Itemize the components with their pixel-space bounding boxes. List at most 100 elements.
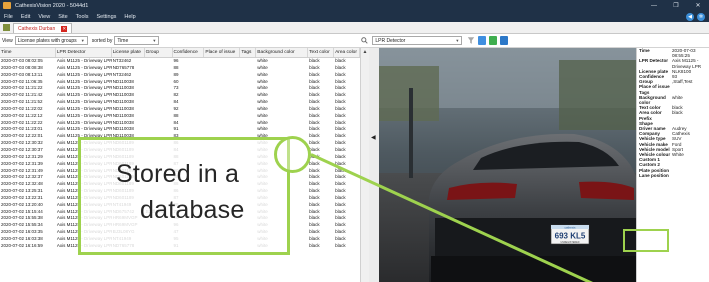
detector-select-value: LPR Detector	[375, 37, 406, 44]
table-cell: black	[335, 235, 346, 241]
table-cell	[204, 106, 240, 113]
table-cell: 2020-07-02 12:31:49	[1, 167, 43, 173]
table-cell: 88	[173, 64, 179, 70]
table-cell: Axis M1125 - Driveway LPR	[56, 85, 112, 91]
table-cell: black	[309, 188, 320, 194]
table-cell	[204, 126, 240, 133]
menu-settings[interactable]: Settings	[93, 14, 121, 20]
sort-select-value: Time	[117, 37, 129, 44]
column-header[interactable]: Tags	[240, 48, 257, 57]
layout-icon[interactable]	[500, 36, 509, 45]
toolbar-icons	[467, 36, 509, 45]
table-cell: Axis M1125 - Driveway LPR	[56, 64, 112, 70]
table-cell: black	[309, 112, 320, 118]
table-cell	[240, 99, 256, 106]
table-cell: 2020-07-02 11:06:35	[1, 78, 43, 84]
back-icon[interactable]: ◀	[686, 12, 694, 21]
table-row[interactable]: 2020-07-02 11:06:35 Axis M1125 - Driveway…	[0, 79, 360, 86]
menu-tools[interactable]: Tools	[72, 14, 93, 20]
search-icon[interactable]	[360, 36, 369, 45]
column-header[interactable]: LPR Detector	[56, 48, 112, 57]
column-header[interactable]: Confidence	[173, 48, 205, 57]
detail-row: LPR Detector Axis M1125 - Driveway LPR	[637, 58, 709, 68]
column-header[interactable]: Background color	[256, 48, 309, 57]
tab-cathexis-durban[interactable]: Cathexis Durban ✕	[13, 23, 73, 33]
menu-file[interactable]: File	[0, 14, 17, 20]
detector-select[interactable]: LPR Detector ▼	[372, 36, 463, 45]
table-cell: black	[335, 229, 346, 235]
table-cell: 2020-07-03 08:08:38	[1, 64, 43, 70]
close-button[interactable]: ✕	[687, 0, 709, 11]
table-cell: black	[309, 119, 320, 125]
table-row[interactable]: 2020-07-02 11:22:22 Axis M1125 - Driveway…	[0, 120, 360, 127]
table-cell: 2020-07-02 11:22:12	[1, 112, 43, 118]
column-header[interactable]: Text color	[308, 48, 335, 57]
export-icon[interactable]	[489, 36, 498, 45]
scroll-up-icon[interactable]: ▲	[361, 48, 369, 56]
table-row[interactable]: 2020-07-02 11:23:01 Axis M1125 - Driveway…	[0, 126, 360, 133]
minimize-button[interactable]: —	[643, 0, 665, 11]
table-cell: 2020-07-02 15:55:38	[1, 215, 43, 221]
table-cell: black	[335, 181, 346, 187]
table-row[interactable]: 2020-07-02 11:21:52 Axis M1125 - Driveway…	[0, 99, 360, 106]
table-row[interactable]: 2020-07-03 08:02:05 Axis M1125 - Driveway…	[0, 58, 360, 65]
table-cell: black	[335, 133, 346, 139]
table-cell	[145, 65, 173, 72]
table-cell: black	[335, 119, 346, 125]
table-scrollbar[interactable]: ▲	[360, 48, 369, 282]
menu-help[interactable]: Help	[120, 14, 139, 20]
table-cell: white	[257, 64, 268, 70]
site-grid-icon[interactable]	[3, 24, 10, 31]
menu-view[interactable]: View	[34, 14, 54, 20]
table-row[interactable]: 2020-07-02 11:21:42 Axis M1125 - Driveway…	[0, 92, 360, 99]
prev-image-strip[interactable]: ◀	[369, 48, 379, 282]
table-cell: Axis M1125 - Driveway LPR	[56, 71, 112, 77]
table-cell: 2020-07-02 12:31:29	[1, 153, 43, 159]
tab-close-icon[interactable]: ✕	[61, 25, 68, 32]
table-cell	[204, 99, 240, 106]
table-cell: Axis M1125 - Driveway LPR	[56, 99, 112, 105]
table-cell: black	[335, 126, 346, 132]
table-cell: black	[309, 194, 320, 200]
column-header[interactable]: License plate	[112, 48, 145, 57]
column-header[interactable]: Place of issue	[204, 48, 241, 57]
table-cell	[145, 92, 173, 99]
table-cell: Axis M1125 - Driveway LPR	[56, 78, 112, 84]
table-row[interactable]: 2020-07-03 08:13:11 Axis M1125 - Driveway…	[0, 72, 360, 79]
table-cell: black	[335, 153, 346, 159]
gear-icon[interactable]: ✲	[697, 12, 705, 21]
view-select[interactable]: License plates with groups ▼	[14, 36, 88, 45]
maximize-button[interactable]: ❐	[665, 0, 687, 11]
table-cell: black	[335, 85, 346, 91]
table-cell	[240, 72, 256, 79]
column-header[interactable]: Area color	[334, 48, 360, 57]
table-cell	[204, 113, 240, 120]
table-cell: 2020-07-03 08:02:05	[1, 58, 43, 63]
menu-site[interactable]: Site	[54, 14, 71, 20]
table-cell: 2020-07-03 08:13:11	[1, 71, 43, 77]
table-cell: white	[257, 112, 268, 118]
sort-select[interactable]: Time ▼	[114, 36, 160, 45]
table-cell: white	[257, 126, 268, 132]
prev-arrow-icon[interactable]: ◀	[371, 134, 376, 141]
filter-icon[interactable]	[467, 36, 475, 45]
column-header[interactable]: Group	[145, 48, 173, 57]
column-header[interactable]: Time	[0, 48, 56, 57]
vehicle-photo: cathexis 693 KL5 UNREGISTERED	[369, 48, 636, 282]
table-cell: black	[335, 146, 346, 152]
table-row[interactable]: 2020-07-02 11:21:22 Axis M1125 - Driveway…	[0, 85, 360, 92]
table-cell: black	[309, 229, 320, 235]
table-cell: 91	[173, 126, 179, 132]
save-icon[interactable]	[478, 36, 487, 45]
menu-edit[interactable]: Edit	[17, 14, 34, 20]
table-row[interactable]: 2020-07-03 08:08:38 Axis M1125 - Driveway…	[0, 65, 360, 72]
chevron-down-icon: ▼	[80, 38, 85, 43]
table-row[interactable]: 2020-07-02 11:22:02 Axis M1125 - Driveway…	[0, 106, 360, 113]
table-row[interactable]: 2020-07-02 11:22:12 Axis M1125 - Driveway…	[0, 113, 360, 120]
table-cell	[240, 79, 256, 86]
table-cell	[240, 120, 256, 127]
table-cell: 2020-07-02 12:32:37	[1, 174, 43, 180]
table-cell	[145, 58, 173, 65]
table-cell: white	[257, 71, 268, 77]
table-cell: 89	[173, 71, 179, 77]
